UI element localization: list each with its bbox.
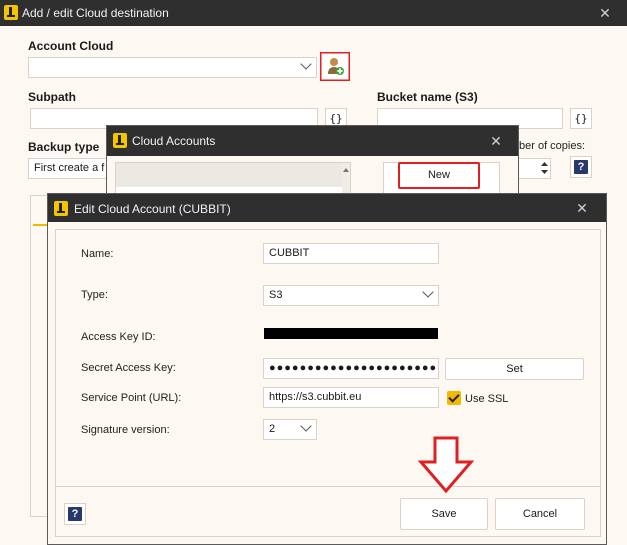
access-key-input[interactable] [263, 327, 439, 348]
type-label: Type: [81, 289, 108, 301]
signature-select[interactable]: 2 [263, 419, 317, 440]
edit-help-button[interactable]: ? [64, 503, 86, 525]
main-help-button[interactable]: ? [570, 156, 592, 178]
name-input[interactable]: CUBBIT [263, 243, 439, 264]
add-user-icon [319, 51, 351, 82]
signature-value: 2 [269, 423, 276, 435]
close-icon[interactable]: ✕ [596, 4, 614, 22]
edit-account-titlebar: Edit Cloud Account (CUBBIT) ✕ [48, 194, 606, 222]
down-arrow-annotation [418, 436, 474, 494]
edit-account-title: Edit Cloud Account (CUBBIT) [74, 202, 231, 216]
checkbox-checked-icon[interactable] [447, 391, 461, 405]
add-account-button[interactable] [319, 51, 351, 82]
name-label: Name: [81, 248, 114, 260]
account-cloud-select[interactable] [28, 57, 317, 78]
set-secret-button[interactable]: Set [445, 358, 584, 380]
bucket-placeholder-button[interactable]: {} [570, 108, 592, 129]
secret-key-label: Secret Access Key: [81, 362, 176, 374]
service-point-input[interactable]: https://s3.cubbit.eu [263, 387, 439, 408]
use-ssl-label: Use SSL [465, 393, 509, 405]
new-account-button[interactable]: New [398, 162, 480, 189]
app-logo-icon [113, 133, 127, 148]
bucket-label: Bucket name (S3) [377, 90, 478, 104]
save-button[interactable]: Save [400, 498, 488, 530]
tab-indicator [33, 224, 47, 226]
backup-type-select[interactable]: First create a f [28, 158, 118, 179]
cloud-accounts-title: Cloud Accounts [132, 134, 216, 148]
cloud-accounts-titlebar: Cloud Accounts ✕ [107, 126, 518, 156]
main-window-title: Add / edit Cloud destination [22, 6, 169, 20]
copies-label: ber of copies: [519, 140, 586, 152]
account-cloud-label: Account Cloud [28, 39, 114, 53]
app-logo-icon [4, 5, 18, 20]
help-icon: ? [574, 160, 588, 174]
accounts-list[interactable] [115, 162, 351, 194]
signature-label: Signature version: [81, 424, 170, 436]
redacted-access-key [264, 328, 438, 339]
backup-type-label: Backup type [28, 140, 100, 154]
accounts-list-scrollbar[interactable] [342, 163, 350, 194]
type-value: S3 [269, 289, 283, 301]
close-icon[interactable]: ✕ [487, 132, 505, 150]
chevron-down-icon [300, 420, 312, 432]
chevron-down-icon [422, 286, 434, 298]
service-point-label: Service Point (URL): [81, 392, 182, 404]
edit-account-dialog: Edit Cloud Account (CUBBIT) ✕ Name: CUBB… [47, 193, 607, 545]
close-icon[interactable]: ✕ [573, 199, 591, 217]
cancel-button[interactable]: Cancel [495, 498, 585, 530]
secret-key-input[interactable]: ●●●●●●●●●●●●●●●●●●●●●●●●●●● [263, 358, 439, 379]
backup-type-value: First create a f [34, 162, 105, 174]
cloud-accounts-dialog: Cloud Accounts ✕ New [106, 125, 519, 195]
access-key-label: Access Key ID: [81, 331, 156, 343]
accounts-list-selected-row[interactable] [116, 163, 344, 187]
app-logo-icon [54, 201, 68, 216]
chevron-down-icon [300, 58, 312, 70]
subpath-label: Subpath [28, 90, 76, 104]
help-icon: ? [68, 507, 82, 521]
type-select[interactable]: S3 [263, 285, 439, 306]
main-titlebar: Add / edit Cloud destination ✕ [0, 0, 627, 26]
copies-spinner[interactable] [540, 160, 549, 176]
